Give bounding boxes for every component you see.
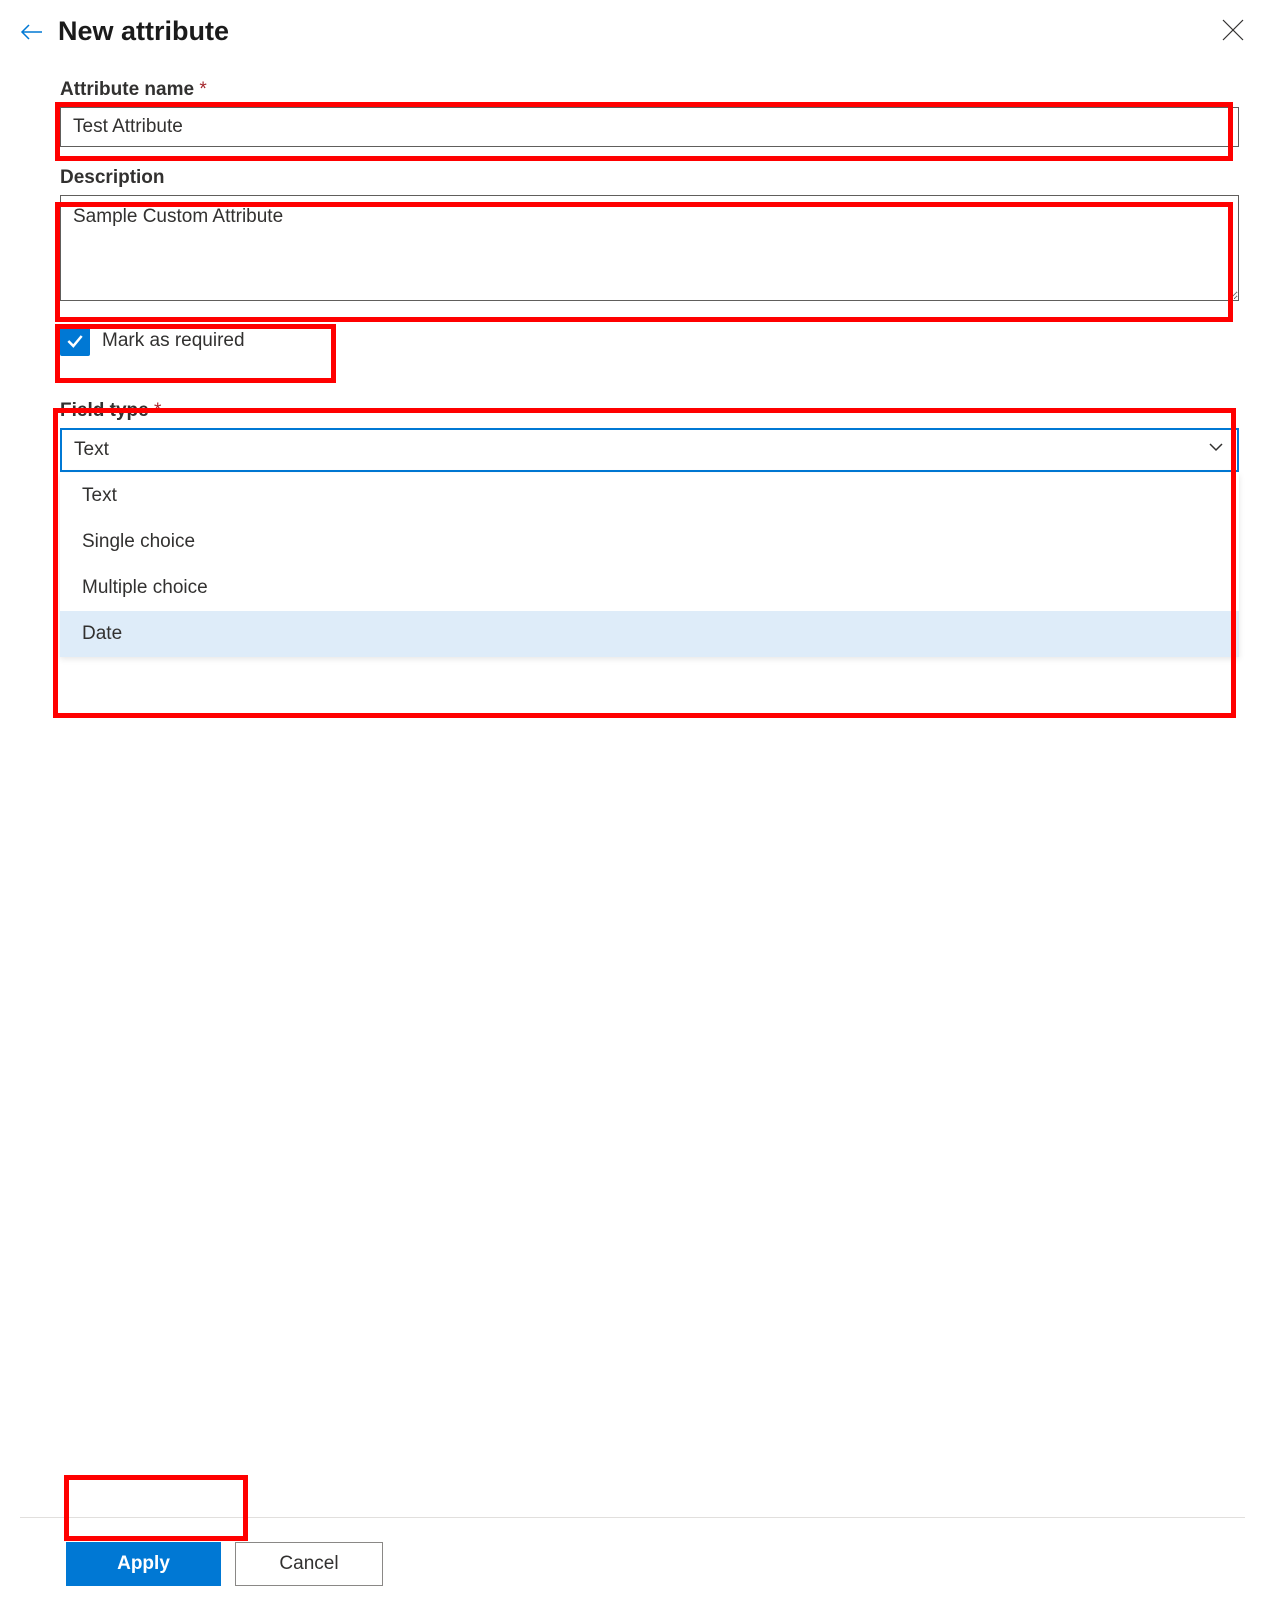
field-type-label: Field type *: [60, 400, 1239, 422]
mark-required-label: Mark as required: [102, 330, 245, 352]
cancel-button[interactable]: Cancel: [235, 1542, 383, 1586]
mark-required-checkbox[interactable]: [60, 326, 90, 356]
field-type-option-date[interactable]: Date: [60, 611, 1239, 657]
description-label: Description: [60, 167, 1239, 189]
page-title: New attribute: [58, 16, 229, 47]
field-type-option-single-choice[interactable]: Single choice: [60, 519, 1239, 565]
required-star-icon: *: [199, 79, 206, 100]
field-type-select[interactable]: Text: [60, 428, 1239, 472]
description-input[interactable]: [60, 195, 1239, 301]
close-icon[interactable]: [1221, 18, 1245, 47]
apply-button[interactable]: Apply: [66, 1542, 221, 1586]
field-type-option-text[interactable]: Text: [60, 473, 1239, 519]
required-star-icon: *: [154, 400, 161, 421]
attribute-name-input[interactable]: [60, 107, 1239, 147]
attribute-name-label: Attribute name *: [60, 79, 1239, 101]
field-type-dropdown: Text Single choice Multiple choice Date: [60, 473, 1239, 657]
chevron-down-icon: [1207, 438, 1225, 462]
field-type-option-multiple-choice[interactable]: Multiple choice: [60, 565, 1239, 611]
field-type-selected-value: Text: [74, 439, 109, 461]
back-arrow-icon[interactable]: [20, 20, 44, 44]
